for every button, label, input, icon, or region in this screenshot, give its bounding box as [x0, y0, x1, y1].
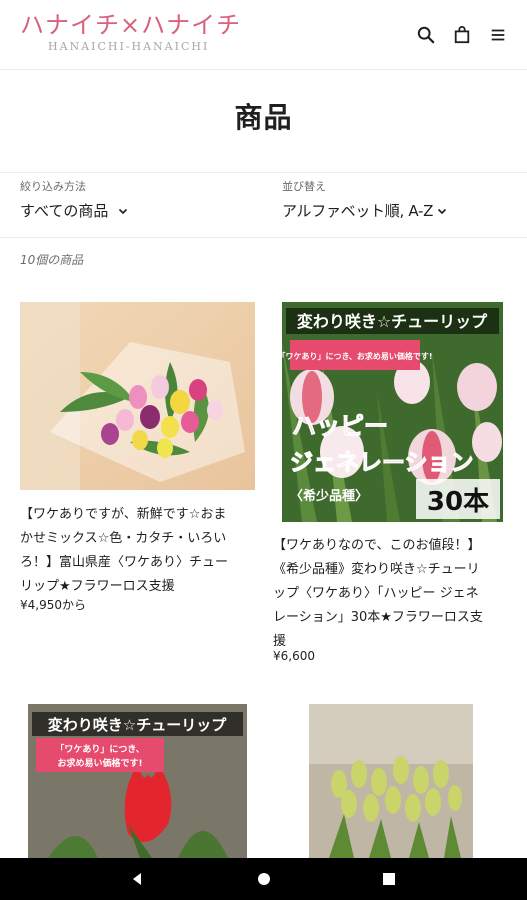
sort-label: 並び替え [282, 180, 326, 193]
recents-icon[interactable] [378, 868, 400, 890]
image-badge: 「ワケあり」につき、お求め易い価格です! [282, 351, 433, 361]
sort-select[interactable]: アルファベット順, A-Z [282, 200, 447, 221]
product-count: 10個の商品 [20, 253, 84, 267]
image-variety-line2: ジェネレーション [290, 450, 474, 476]
chevron-down-icon [438, 208, 447, 214]
header-icons [417, 26, 507, 44]
logo-japanese-text: ハナイチ×ハナイチ [20, 11, 242, 39]
page-title: 商品 [234, 101, 293, 134]
filter-control: 絞り込み方法 すべての商品 [20, 180, 128, 221]
site-header: ハナイチ×ハナイチ HANAICHI-HANAICHI [0, 0, 527, 70]
product-price: ¥4,950から [20, 598, 86, 612]
image-headline: 変わり咲き☆チューリップ [297, 312, 488, 331]
image-badge-line2: お求め易い価格です! [57, 757, 142, 769]
product-card[interactable]: 変わり咲き☆チューリップ 「ワケあり」につき、お求め易い価格です! ハッピー ジ… [273, 302, 513, 667]
image-headline: 変わり咲き☆チューリップ [48, 716, 227, 734]
image-variety-line1: ハッピー [292, 412, 388, 440]
filter-sort-bar: 絞り込み方法 すべての商品 並び替え アルファベット順, A-Z [0, 172, 527, 238]
bag-icon[interactable] [453, 26, 471, 44]
home-icon[interactable] [253, 868, 275, 890]
menu-icon[interactable] [489, 26, 507, 44]
image-quantity: 30本 [427, 487, 489, 517]
product-title[interactable]: 【ワケありですが、新鮮です☆おま かせミックス☆色・カタチ・いろい ろ！】富山県… [20, 503, 260, 599]
chevron-down-icon [119, 208, 128, 214]
filter-select[interactable]: すべての商品 [20, 200, 128, 221]
product-card[interactable]: 変わり咲き☆チューリップ 「ワケあり」につき、 お求め易い価格です! [20, 700, 255, 858]
sort-value: アルファベット順, A-Z [282, 202, 434, 220]
filter-label: 絞り込み方法 [20, 180, 86, 193]
product-card[interactable] [273, 700, 513, 858]
sort-control: 並び替え アルファベット順, A-Z [282, 180, 447, 221]
image-badge-line1: 「ワケあり」につき、 [55, 743, 144, 755]
product-image[interactable]: 変わり咲き☆チューリップ 「ワケあり」につき、お求め易い価格です! ハッピー ジ… [282, 302, 503, 522]
back-icon[interactable] [126, 868, 148, 890]
product-image[interactable] [20, 302, 255, 490]
image-rare-label: 〈希少品種〉 [290, 488, 368, 504]
product-image[interactable]: 変わり咲き☆チューリップ 「ワケあり」につき、 お求め易い価格です! [28, 704, 247, 858]
product-card[interactable]: 【ワケありですが、新鮮です☆おま かせミックス☆色・カタチ・いろい ろ！】富山県… [20, 302, 255, 612]
product-image[interactable] [309, 704, 473, 858]
system-navigation-bar [0, 858, 527, 900]
product-title[interactable]: 【ワケありなので、このお値段！】 《希少品種》変わり咲き☆チューリ ップ〈ワケあ… [273, 534, 513, 654]
search-icon[interactable] [417, 26, 435, 44]
filter-value: すべての商品 [20, 202, 109, 220]
logo-english-text: HANAICHI-HANAICHI [48, 40, 210, 53]
product-price: ¥6,600 [273, 649, 315, 663]
site-logo[interactable]: ハナイチ×ハナイチ HANAICHI-HANAICHI [20, 10, 241, 54]
